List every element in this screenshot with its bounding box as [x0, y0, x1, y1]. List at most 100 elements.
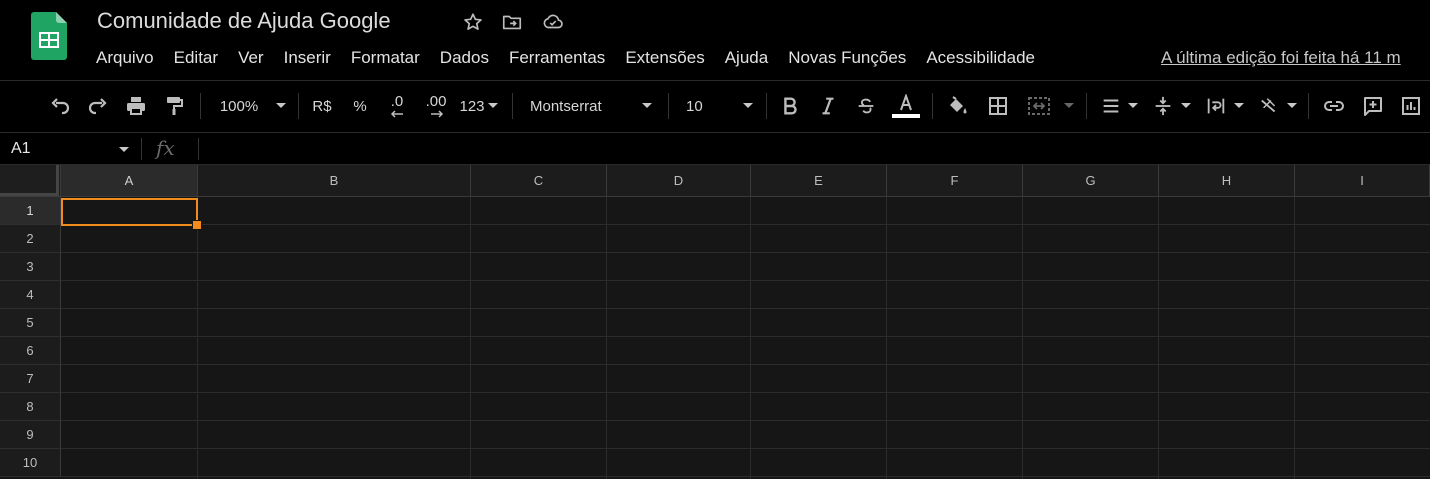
toolbar-separator — [932, 93, 933, 119]
sheets-logo-icon[interactable] — [31, 12, 67, 60]
chevron-down-icon — [1064, 103, 1074, 108]
currency-format-button[interactable]: R$ — [308, 93, 336, 119]
select-all-corner[interactable] — [0, 165, 61, 197]
text-wrapping-icon[interactable] — [1203, 93, 1229, 119]
row-header-5[interactable]: 5 — [0, 309, 61, 337]
grid-line — [61, 476, 1430, 477]
menu-formatar[interactable]: Formatar — [341, 45, 430, 73]
row-header-6[interactable]: 6 — [0, 337, 61, 365]
insert-chart-icon[interactable] — [1397, 93, 1425, 119]
chevron-down-icon — [1181, 103, 1191, 108]
row-header-4[interactable]: 4 — [0, 281, 61, 309]
increase-decimal-button[interactable]: .00 — [420, 93, 452, 119]
menu-arquivo[interactable]: Arquivo — [86, 45, 164, 73]
italic-icon[interactable] — [816, 93, 840, 119]
more-formats-button[interactable]: 123 — [457, 93, 487, 119]
chevron-down-icon — [743, 103, 753, 108]
insert-comment-icon[interactable] — [1359, 93, 1387, 119]
increase-decimal-label: .00 — [425, 93, 447, 110]
borders-icon[interactable] — [984, 93, 1012, 119]
undo-icon[interactable] — [46, 93, 74, 119]
menu-ajuda[interactable]: Ajuda — [715, 45, 778, 73]
menu-ferramentas[interactable]: Ferramentas — [499, 45, 615, 73]
paint-format-icon[interactable] — [160, 93, 188, 119]
menu-extensoes[interactable]: Extensões — [615, 45, 714, 73]
zoom-select[interactable]: 100% — [212, 93, 266, 119]
percent-format-button[interactable]: % — [348, 93, 372, 119]
font-family-select[interactable]: Montserrat — [530, 93, 626, 119]
print-icon[interactable] — [122, 93, 150, 119]
column-header-a[interactable]: A — [61, 165, 198, 197]
font-size-select[interactable]: 10 — [680, 93, 726, 119]
column-header-f[interactable]: F — [887, 165, 1023, 197]
horizontal-align-icon[interactable] — [1098, 93, 1124, 119]
grid-line — [61, 280, 1430, 281]
grid-line — [61, 448, 1430, 449]
toolbar: 100% R$ % .0 .00 123 Montserrat 10 — [0, 80, 1430, 132]
formula-bar-divider — [198, 138, 199, 160]
cloud-saved-icon[interactable] — [542, 11, 564, 33]
active-cell-a1[interactable] — [61, 198, 198, 226]
row-header-1[interactable]: 1 — [0, 197, 61, 225]
move-to-folder-icon[interactable] — [501, 11, 523, 33]
column-header-i[interactable]: I — [1295, 165, 1430, 197]
insert-link-icon[interactable] — [1320, 93, 1348, 119]
toolbar-separator — [200, 93, 201, 119]
decrease-decimal-label: .0 — [390, 93, 404, 110]
menu-ver[interactable]: Ver — [228, 45, 274, 73]
row-header-2[interactable]: 2 — [0, 225, 61, 253]
redo-icon[interactable] — [84, 93, 112, 119]
name-box[interactable]: A1 — [0, 133, 138, 164]
grid-line — [61, 252, 1430, 253]
strikethrough-icon[interactable] — [854, 93, 878, 119]
arrow-left-icon — [390, 110, 403, 118]
grid-line — [1158, 197, 1159, 479]
fill-handle[interactable] — [192, 220, 202, 230]
chevron-down-icon — [488, 103, 498, 108]
grid-line — [61, 392, 1430, 393]
grid-line — [1294, 197, 1295, 479]
menu-inserir[interactable]: Inserir — [274, 45, 341, 73]
menu-bar: Arquivo Editar Ver Inserir Formatar Dado… — [86, 45, 1045, 73]
text-color-icon — [900, 94, 912, 111]
merge-cells-icon[interactable] — [1024, 93, 1054, 119]
column-header-e[interactable]: E — [751, 165, 887, 197]
vertical-align-icon[interactable] — [1150, 93, 1176, 119]
grid-line — [1022, 197, 1023, 479]
column-header-g[interactable]: G — [1023, 165, 1159, 197]
row-header-9[interactable]: 9 — [0, 421, 61, 449]
column-header-b[interactable]: B — [198, 165, 471, 197]
column-header-h[interactable]: H — [1159, 165, 1295, 197]
grid-line — [886, 197, 887, 479]
chevron-down-icon — [1234, 103, 1244, 108]
grid-line — [197, 197, 198, 479]
toolbar-separator — [1308, 93, 1309, 119]
name-box-value: A1 — [11, 140, 31, 157]
row-header-7[interactable]: 7 — [0, 365, 61, 393]
text-color-button[interactable] — [891, 93, 921, 119]
text-rotation-icon[interactable] — [1256, 93, 1284, 119]
arrow-right-icon — [431, 110, 444, 118]
menu-dados[interactable]: Dados — [430, 45, 499, 73]
document-title[interactable]: Comunidade de Ajuda Google — [97, 8, 391, 34]
column-header-c[interactable]: C — [471, 165, 607, 197]
formula-input[interactable] — [204, 133, 1424, 164]
bold-icon[interactable] — [778, 93, 802, 119]
column-header-d[interactable]: D — [607, 165, 751, 197]
menu-novas-funcoes[interactable]: Novas Funções — [778, 45, 916, 73]
toolbar-separator — [766, 93, 767, 119]
row-header-3[interactable]: 3 — [0, 253, 61, 281]
menu-acessibilidade[interactable]: Acessibilidade — [916, 45, 1045, 73]
menu-editar[interactable]: Editar — [164, 45, 228, 73]
grid-line — [61, 336, 1430, 337]
toolbar-separator — [298, 93, 299, 119]
last-edit-link[interactable]: A última edição foi feita há 11 m — [1161, 48, 1401, 68]
chevron-down-icon — [119, 147, 129, 152]
row-header-10[interactable]: 10 — [0, 449, 61, 477]
star-icon[interactable] — [462, 11, 484, 33]
decrease-decimal-button[interactable]: .0 — [382, 93, 412, 119]
fill-color-icon[interactable] — [944, 93, 970, 119]
app-header: Comunidade de Ajuda Google Arquivo Edita… — [0, 0, 1430, 80]
row-header-8[interactable]: 8 — [0, 393, 61, 421]
chevron-down-icon — [276, 103, 286, 108]
